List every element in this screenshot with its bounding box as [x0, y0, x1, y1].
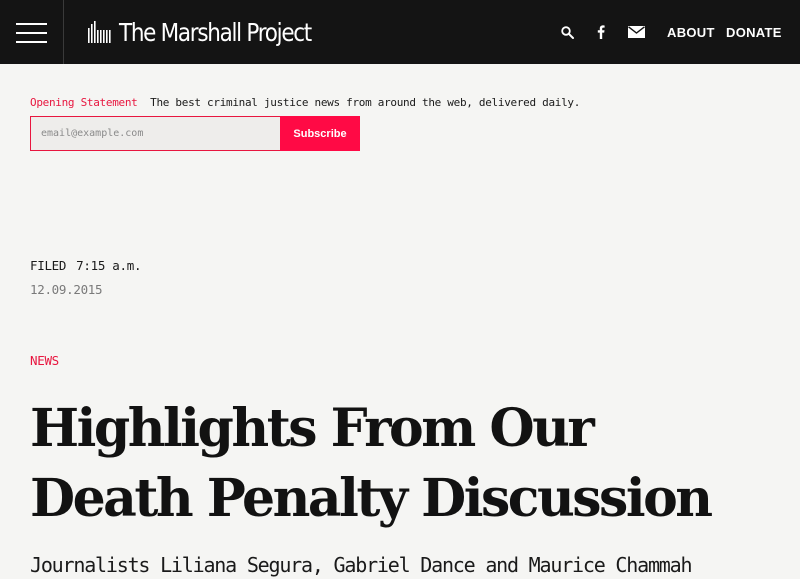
nav-about[interactable]: ABOUT [667, 24, 715, 42]
category-tag[interactable]: NEWS [30, 353, 59, 368]
article-headline: Highlights From Our Death Penalty Discus… [30, 398, 713, 529]
filed-label: FILED [30, 258, 67, 273]
menu-icon[interactable] [0, 0, 64, 64]
mail-icon[interactable] [628, 26, 645, 38]
brand-logo-bars [88, 21, 111, 43]
newsletter-name[interactable]: Opening Statement [30, 96, 138, 109]
nav-donate[interactable]: DONATE [726, 24, 782, 42]
newsletter-tagline: The best criminal justice news from arou… [150, 96, 581, 109]
filed-time: 7:15 a.m. [76, 258, 142, 273]
search-icon[interactable] [561, 26, 574, 39]
filed-date: 12.09.2015 [30, 282, 103, 297]
subscribe-button[interactable]: Subscribe [280, 116, 360, 151]
filed-line: FILED 7:15 a.m. [30, 258, 141, 273]
facebook-icon[interactable] [597, 25, 605, 39]
article-dek: Journalists Liliana Segura, Gabriel Danc… [30, 553, 693, 577]
newsletter-promo: Opening Statement The best criminal just… [30, 96, 580, 109]
site-header: The Marshall Project ABOUT DONATE [0, 0, 800, 64]
brand-name: The Marshall Project [119, 17, 312, 47]
site-logo[interactable]: The Marshall Project [88, 16, 342, 48]
email-field[interactable] [30, 116, 280, 151]
